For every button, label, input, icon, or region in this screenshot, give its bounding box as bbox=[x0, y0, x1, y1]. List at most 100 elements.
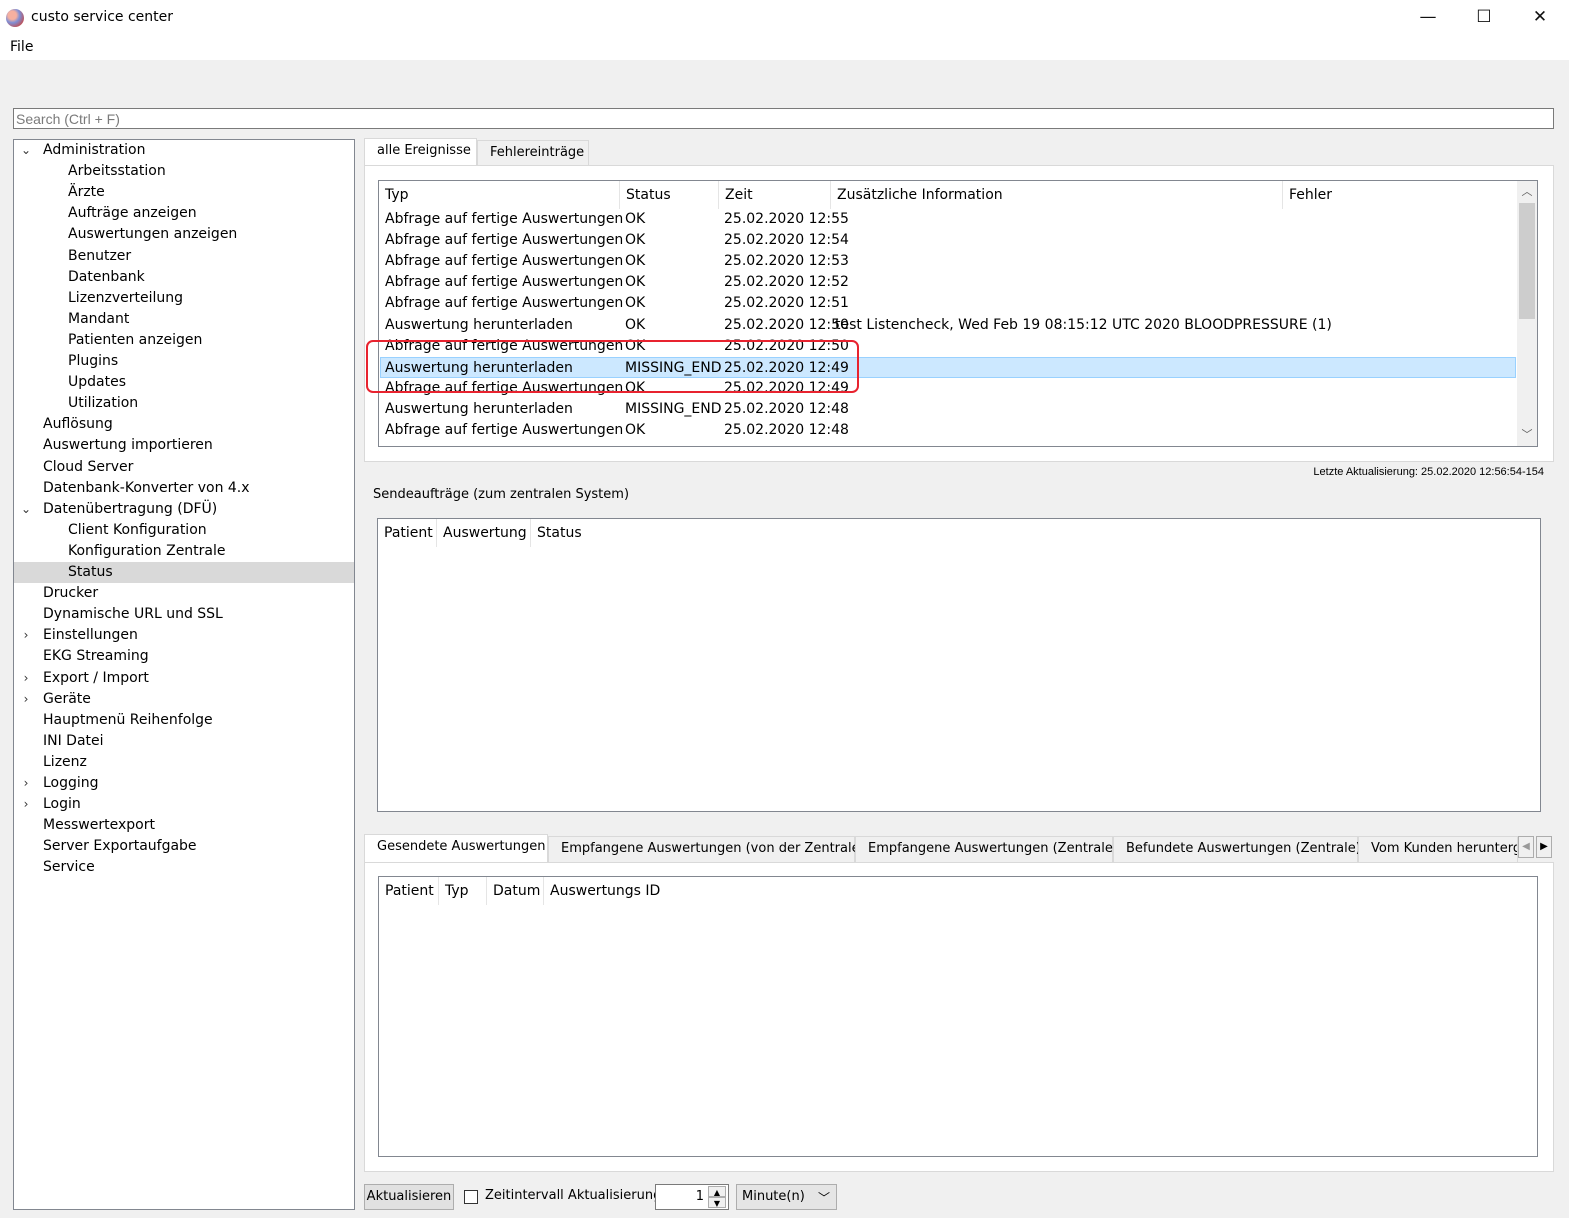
tree-item[interactable]: Plugins bbox=[14, 351, 354, 372]
tree-item[interactable]: Auflösung bbox=[14, 414, 354, 435]
chevron-down-icon[interactable]: ⌄ bbox=[20, 140, 32, 161]
tab-empfangene-von-zentrale[interactable]: Empfangene Auswertungen (von der Zentral… bbox=[548, 836, 865, 862]
tab-fehlereintraege[interactable]: Fehlereinträge bbox=[477, 140, 589, 166]
refresh-button[interactable]: Aktualisieren bbox=[364, 1184, 454, 1210]
tree-item[interactable]: Datenbank bbox=[14, 267, 354, 288]
tab-befundete-zentrale[interactable]: Befundete Auswertungen (Zentrale) bbox=[1113, 836, 1361, 862]
tree-item[interactable]: Patienten anzeigen bbox=[14, 330, 354, 351]
column-header-status[interactable]: Status bbox=[620, 181, 719, 209]
evaluations-table[interactable]: Patient Typ Datum Auswertungs ID bbox=[378, 876, 1538, 1157]
events-table[interactable]: Typ Status Zeit Zusätzliche Information … bbox=[378, 180, 1538, 447]
scroll-thumb[interactable] bbox=[1519, 203, 1535, 319]
column-header-datum[interactable]: Datum bbox=[487, 877, 544, 905]
tree-item[interactable]: Lizenzverteilung bbox=[14, 288, 354, 309]
tree-item[interactable]: Benutzer bbox=[14, 246, 354, 267]
tree-item[interactable]: ⌄ Administration bbox=[14, 140, 354, 161]
cell-zeit: 25.02.2020 12:48 bbox=[724, 422, 849, 438]
spin-up-icon[interactable]: ▲ bbox=[708, 1186, 726, 1197]
cell-typ: Abfrage auf fertige Auswertungen bbox=[385, 253, 624, 270]
tree-item[interactable]: Messwertexport bbox=[14, 815, 354, 836]
tree-item[interactable]: › Export / Import bbox=[14, 668, 354, 689]
tree-item[interactable]: Ärzte bbox=[14, 182, 354, 203]
column-header-status[interactable]: Status bbox=[531, 519, 591, 547]
scroll-up-icon[interactable]: ︿ bbox=[1517, 183, 1537, 201]
column-header-auswertung[interactable]: Auswertung bbox=[437, 519, 531, 547]
tree-item[interactable]: Mandant bbox=[14, 309, 354, 330]
minimize-icon[interactable]: — bbox=[1400, 0, 1456, 34]
tree-item[interactable]: Server Exportaufgabe bbox=[14, 836, 354, 857]
chevron-right-icon[interactable]: › bbox=[20, 625, 32, 646]
tab-gesendete-auswertungen[interactable]: Gesendete Auswertungen bbox=[364, 834, 548, 862]
tree-item-label: Plugins bbox=[68, 353, 119, 369]
column-header-zeit[interactable]: Zeit bbox=[719, 181, 831, 209]
chevron-right-icon[interactable]: › bbox=[20, 773, 32, 794]
tree-item[interactable]: Datenbank-Konverter von 4.x bbox=[14, 478, 354, 499]
interval-spinner[interactable]: 1 ▲ ▼ bbox=[655, 1184, 729, 1210]
chevron-right-icon[interactable]: › bbox=[20, 668, 32, 689]
search-input[interactable] bbox=[13, 108, 1554, 129]
tree-item[interactable]: › Login bbox=[14, 794, 354, 815]
tab-empfangene-zentrale[interactable]: Empfangene Auswertungen (Zentrale) bbox=[855, 836, 1118, 862]
table-row[interactable]: Abfrage auf fertige Auswertungen OK 25.02.… bbox=[380, 251, 1516, 272]
last-update-label: Letzte Aktualisierung: 25.02.2020 12:56:… bbox=[1313, 466, 1544, 478]
tree-item[interactable]: Drucker bbox=[14, 583, 354, 604]
cell-zeit: 25.02.2020 12:52 bbox=[724, 274, 849, 291]
tree-item[interactable]: Arbeitsstation bbox=[14, 161, 354, 182]
tree-item[interactable]: Updates bbox=[14, 372, 354, 393]
tree-item[interactable]: ⌄ Datenübertragung (DFÜ) bbox=[14, 499, 354, 520]
table-row[interactable]: Abfrage auf fertige Auswertungen OK 25.02.… bbox=[380, 230, 1516, 251]
tree-item[interactable]: Aufträge anzeigen bbox=[14, 203, 354, 224]
menu-file[interactable]: File bbox=[10, 39, 33, 55]
events-scrollbar[interactable]: ︿ ﹀ bbox=[1517, 181, 1537, 446]
table-row[interactable]: Abfrage auf fertige Auswertungen OK 25.02.… bbox=[380, 420, 1516, 441]
interval-value[interactable]: 1 bbox=[696, 1189, 704, 1204]
column-header-info[interactable]: Zusätzliche Information bbox=[831, 181, 1283, 209]
column-header-typ[interactable]: Typ bbox=[379, 181, 620, 209]
column-header-patient[interactable]: Patient bbox=[379, 877, 439, 905]
table-row[interactable]: Abfrage auf fertige Auswertungen OK 25.02.… bbox=[380, 293, 1516, 314]
tree-item[interactable]: Hauptmenü Reihenfolge bbox=[14, 710, 354, 731]
column-header-auswertungs-id[interactable]: Auswertungs ID bbox=[544, 877, 664, 905]
table-row[interactable]: Abfrage auf fertige Auswertungen OK 25.02.… bbox=[380, 209, 1516, 230]
table-row[interactable]: Auswertung herunterladen MISSING_END 25.02… bbox=[380, 399, 1516, 420]
tree-item[interactable]: EKG Streaming bbox=[14, 646, 354, 667]
cell-typ: Abfrage auf fertige Auswertungen bbox=[385, 232, 624, 249]
tree-item[interactable]: › Geräte bbox=[14, 689, 354, 710]
cell-typ: Abfrage auf fertige Auswertungen bbox=[385, 295, 624, 312]
chevron-right-icon[interactable]: › bbox=[20, 794, 32, 815]
column-header-patient[interactable]: Patient bbox=[378, 519, 437, 547]
table-row[interactable]: Auswertung herunterladen OK 25.02.2020 12:… bbox=[380, 315, 1516, 336]
scroll-down-icon[interactable]: ﹀ bbox=[1517, 426, 1537, 444]
tree-item[interactable]: Cloud Server bbox=[14, 457, 354, 478]
send-jobs-table[interactable]: Patient Auswertung Status bbox=[377, 518, 1541, 812]
maximize-icon[interactable]: ☐ bbox=[1456, 0, 1512, 34]
tab-alle-ereignisse[interactable]: alle Ereignisse bbox=[364, 138, 477, 166]
tree-item[interactable]: Lizenz bbox=[14, 752, 354, 773]
spin-down-icon[interactable]: ▼ bbox=[708, 1197, 726, 1208]
tab-scroll-right-icon[interactable]: ▶ bbox=[1536, 836, 1552, 858]
tree-item[interactable]: Utilization bbox=[14, 393, 354, 414]
navigation-tree[interactable]: ⌄ Administration Arbeitsstation Ärzte Aufträ… bbox=[13, 139, 355, 1210]
tree-item[interactable]: Status bbox=[14, 562, 354, 583]
tab-vom-kunden[interactable]: Vom Kunden heruntergel bbox=[1358, 836, 1518, 862]
tree-item[interactable]: Client Konfiguration bbox=[14, 520, 354, 541]
interval-checkbox[interactable] bbox=[464, 1190, 478, 1204]
tree-item-label: Hauptmenü Reihenfolge bbox=[43, 711, 213, 728]
chevron-right-icon[interactable]: › bbox=[20, 689, 32, 710]
tree-item[interactable]: Service bbox=[14, 857, 354, 878]
tree-item[interactable]: Auswertung importieren bbox=[14, 435, 354, 456]
tree-item[interactable]: Konfiguration Zentrale bbox=[14, 541, 354, 562]
column-header-fehler[interactable]: Fehler bbox=[1283, 181, 1517, 209]
tree-item-label: Cloud Server bbox=[43, 458, 134, 475]
chevron-down-icon[interactable]: ⌄ bbox=[20, 499, 32, 520]
column-header-typ[interactable]: Typ bbox=[439, 877, 487, 905]
tree-item[interactable]: INI Datei bbox=[14, 731, 354, 752]
interval-unit-select[interactable]: Minute(n) ﹀ bbox=[736, 1184, 837, 1210]
tree-item[interactable]: › Logging bbox=[14, 773, 354, 794]
tree-item[interactable]: › Einstellungen bbox=[14, 625, 354, 646]
close-icon[interactable]: ✕ bbox=[1512, 0, 1568, 34]
tree-item[interactable]: Auswertungen anzeigen bbox=[14, 224, 354, 245]
tree-item[interactable]: Dynamische URL und SSL bbox=[14, 604, 354, 625]
table-row[interactable]: Abfrage auf fertige Auswertungen OK 25.02.… bbox=[380, 272, 1516, 293]
tab-scroll-left-icon[interactable]: ◀ bbox=[1518, 836, 1534, 858]
